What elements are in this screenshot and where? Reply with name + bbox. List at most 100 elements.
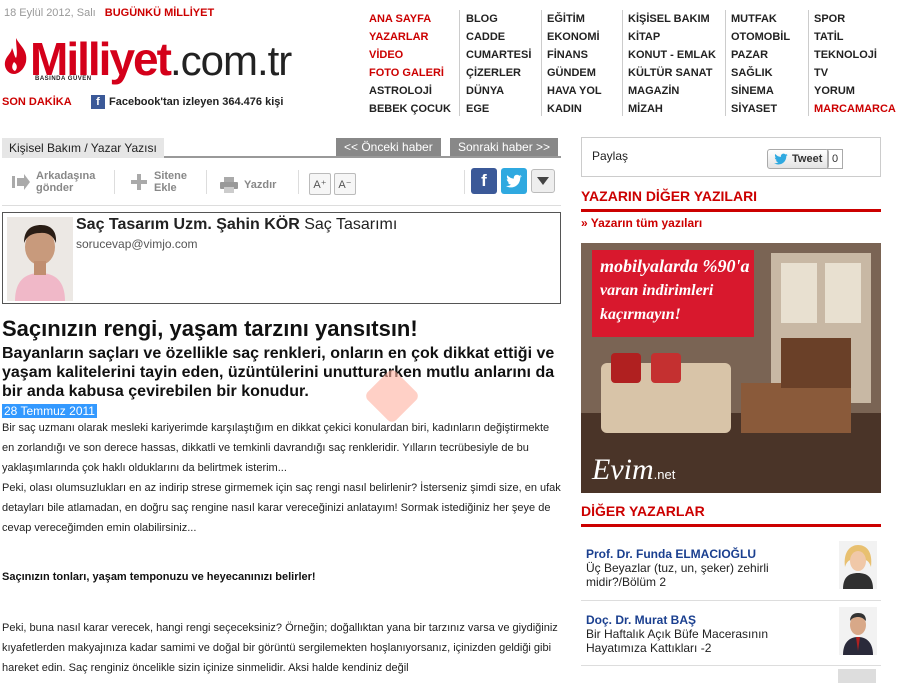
nav-link[interactable]: SİNEMA [731, 82, 790, 100]
nav-link[interactable]: KADIN [547, 100, 602, 118]
nav-link[interactable]: MAGAZİN [628, 82, 716, 100]
flame-logo-icon [4, 38, 27, 74]
nav-link[interactable]: PAZAR [731, 46, 790, 64]
font-increase-button[interactable]: A⁺ [309, 173, 331, 195]
facebook-icon: f [91, 95, 105, 109]
nav-link[interactable]: BEBEK ÇOCUK [369, 100, 451, 118]
article-paragraph: Peki, buna nasıl karar verecek, hangi re… [2, 622, 558, 674]
nav-link[interactable]: MİZAH [628, 100, 716, 118]
all-posts-link[interactable]: » Yazarın tüm yazıları [581, 216, 702, 230]
nav-link[interactable]: YORUM [814, 82, 896, 100]
article-title: Saçınızın rengi, yaşam tarzını yansıtsın… [2, 316, 418, 341]
writer-name[interactable]: Doç. Dr. Murat BAŞ [586, 613, 876, 627]
twitter-icon [774, 153, 788, 165]
nav-divider [459, 10, 460, 116]
nav-link[interactable]: SAĞLIK [731, 64, 790, 82]
twitter-share-icon[interactable] [501, 168, 527, 194]
nav-link[interactable]: TEKNOLOJİ [814, 46, 896, 64]
nav-column-6: SPOR TATİL TEKNOLOJİ TV YORUM MARCAMARCA [814, 10, 896, 118]
ad-line-2: varan indirimleri [600, 282, 714, 299]
nav-link[interactable]: ANA SAYFA [369, 10, 451, 28]
nav-link[interactable]: ÇİZERLER [466, 64, 531, 82]
tweet-button[interactable]: Tweet [767, 149, 830, 169]
nav-link[interactable]: KİTAP [628, 28, 716, 46]
breaking-news-link[interactable]: SON DAKİKA [2, 96, 72, 108]
nav-divider [541, 10, 542, 116]
nav-link[interactable]: EĞİTİM [547, 10, 602, 28]
nav-link[interactable]: FOTO GALERİ [369, 64, 451, 82]
nav-link[interactable]: KİŞİSEL BAKIM [628, 10, 716, 28]
writer-divider [581, 665, 881, 666]
ad-line-3: kaçırmayın! [600, 306, 681, 323]
font-decrease-button[interactable]: A⁻ [334, 173, 356, 195]
facebook-follow-text: Facebook'tan izleyen 364.476 kişi [109, 96, 284, 108]
nav-link[interactable]: ASTROLOJİ [369, 82, 451, 100]
nav-link[interactable]: BLOG [466, 10, 531, 28]
send-to-friend-label: Arkadaşına gönder [36, 170, 95, 194]
header-date-line: 18 Eylül 2012, Salı BUGÜNKÜ MİLLİYET [4, 7, 214, 19]
nav-link[interactable]: DÜNYA [466, 82, 531, 100]
author-name[interactable]: Saç Tasarım Uzm. Şahin KÖR [76, 216, 300, 233]
nav-column-2: BLOG CADDE CUMARTESİ ÇİZERLER DÜNYA EGE [466, 10, 531, 118]
writer-name[interactable]: Prof. Dr. Funda ELMACIOĞLU [586, 547, 876, 561]
nav-link[interactable]: MUTFAK [731, 10, 790, 28]
author-photo [7, 217, 73, 301]
ad-brand: Evim [592, 453, 654, 486]
article-paragraph: Peki, olası olumsuzlukları en az indirip… [2, 482, 561, 534]
author-column: Saç Tasarımı [304, 216, 398, 233]
next-article-button[interactable]: Sonraki haber >> [450, 138, 559, 156]
nav-divider [725, 10, 726, 116]
nav-link[interactable]: YAZARLAR [369, 28, 451, 46]
nav-link[interactable]: HAVA YOL [547, 82, 602, 100]
writer-post-title[interactable]: Bir Haftalık Açık Büfe Macerasının Hayat… [586, 627, 826, 655]
nav-column-5: MUTFAK OTOMOBİL PAZAR SAĞLIK SİNEMA SİYA… [731, 10, 790, 118]
nav-link[interactable]: CUMARTESİ [466, 46, 531, 64]
article-nav-bar: Kişisel Bakım / Yazar Yazısı << Önceki h… [2, 136, 561, 158]
facebook-share-icon[interactable]: f [471, 168, 497, 194]
writer-item[interactable]: Doç. Dr. Murat BAŞ Bir Haftalık Açık Büf… [586, 607, 877, 655]
article-toolbar: Arkadaşına gönder Sitene Ekle Yazdır A⁺ A⁻… [2, 160, 561, 206]
nav-link[interactable]: GÜNDEM [547, 64, 602, 82]
print-button[interactable]: Yazdır [220, 176, 276, 194]
facebook-follow[interactable]: f Facebook'tan izleyen 364.476 kişi [91, 95, 283, 109]
nav-link[interactable]: SPOR [814, 10, 896, 28]
add-line-1: Sitene [154, 170, 188, 182]
nav-link[interactable]: OTOMOBİL [731, 28, 790, 46]
nav-link[interactable]: SİYASET [731, 100, 790, 118]
share-label: Paylaş [592, 149, 629, 163]
advertisement-banner[interactable]: mobilyalarda %90'a varan indirimleri kaç… [581, 243, 881, 493]
writer-divider [581, 600, 881, 601]
nav-link[interactable]: KÜLTÜR SANAT [628, 64, 716, 82]
ad-brand-logo: Evim.net [592, 453, 675, 487]
toolbar-divider [114, 170, 115, 194]
site-logo[interactable]: Milliyet.com.tr BASINDA GÜVEN [2, 33, 332, 85]
category-breadcrumb[interactable]: Kişisel Bakım / Yazar Yazısı [2, 138, 164, 158]
writer-post-title[interactable]: Üç Beyazlar (tuz, un, şeker) zehirli mid… [586, 561, 826, 589]
nav-divider [808, 10, 809, 116]
todays-paper-link[interactable]: BUGÜNKÜ MİLLİYET [105, 7, 214, 19]
writer-photo [838, 669, 876, 683]
nav-link[interactable]: VİDEO [369, 46, 451, 64]
plus-icon [130, 173, 148, 191]
send-to-friend-button[interactable]: Arkadaşına gönder [12, 170, 95, 194]
ad-line-1: mobilyalarda %90'a [600, 256, 750, 276]
author-email[interactable]: sorucevap@vimjo.com [76, 237, 198, 251]
nav-link[interactable]: EKONOMİ [547, 28, 602, 46]
nav-link[interactable]: TATİL [814, 28, 896, 46]
nav-link[interactable]: KONUT - EMLAK [628, 46, 716, 64]
add-to-site-button[interactable]: Sitene Ekle [130, 170, 187, 194]
writer-item[interactable]: Prof. Dr. Funda ELMACIOĞLU Üç Beyazlar (… [586, 541, 877, 589]
add-line-2: Ekle [154, 182, 177, 194]
nav-link[interactable]: FİNANS [547, 46, 602, 64]
previous-article-button[interactable]: << Önceki haber [336, 138, 441, 156]
nav-link[interactable]: MARCAMARCA [814, 100, 896, 118]
logo-tld: .com.tr [169, 37, 292, 84]
nav-link[interactable]: CADDE [466, 28, 531, 46]
author-name-line: Saç Tasarım Uzm. Şahin KÖR Saç Tasarımı [76, 216, 397, 234]
nav-column-4: KİŞİSEL BAKIM KİTAP KONUT - EMLAK KÜLTÜR… [628, 10, 716, 118]
nav-link[interactable]: TV [814, 64, 896, 82]
other-posts-heading: YAZARIN DİĞER YAZILARI [581, 188, 881, 212]
chevron-down-icon[interactable] [531, 169, 555, 193]
other-writers-heading: DİĞER YAZARLAR [581, 503, 881, 527]
nav-link[interactable]: EGE [466, 100, 531, 118]
